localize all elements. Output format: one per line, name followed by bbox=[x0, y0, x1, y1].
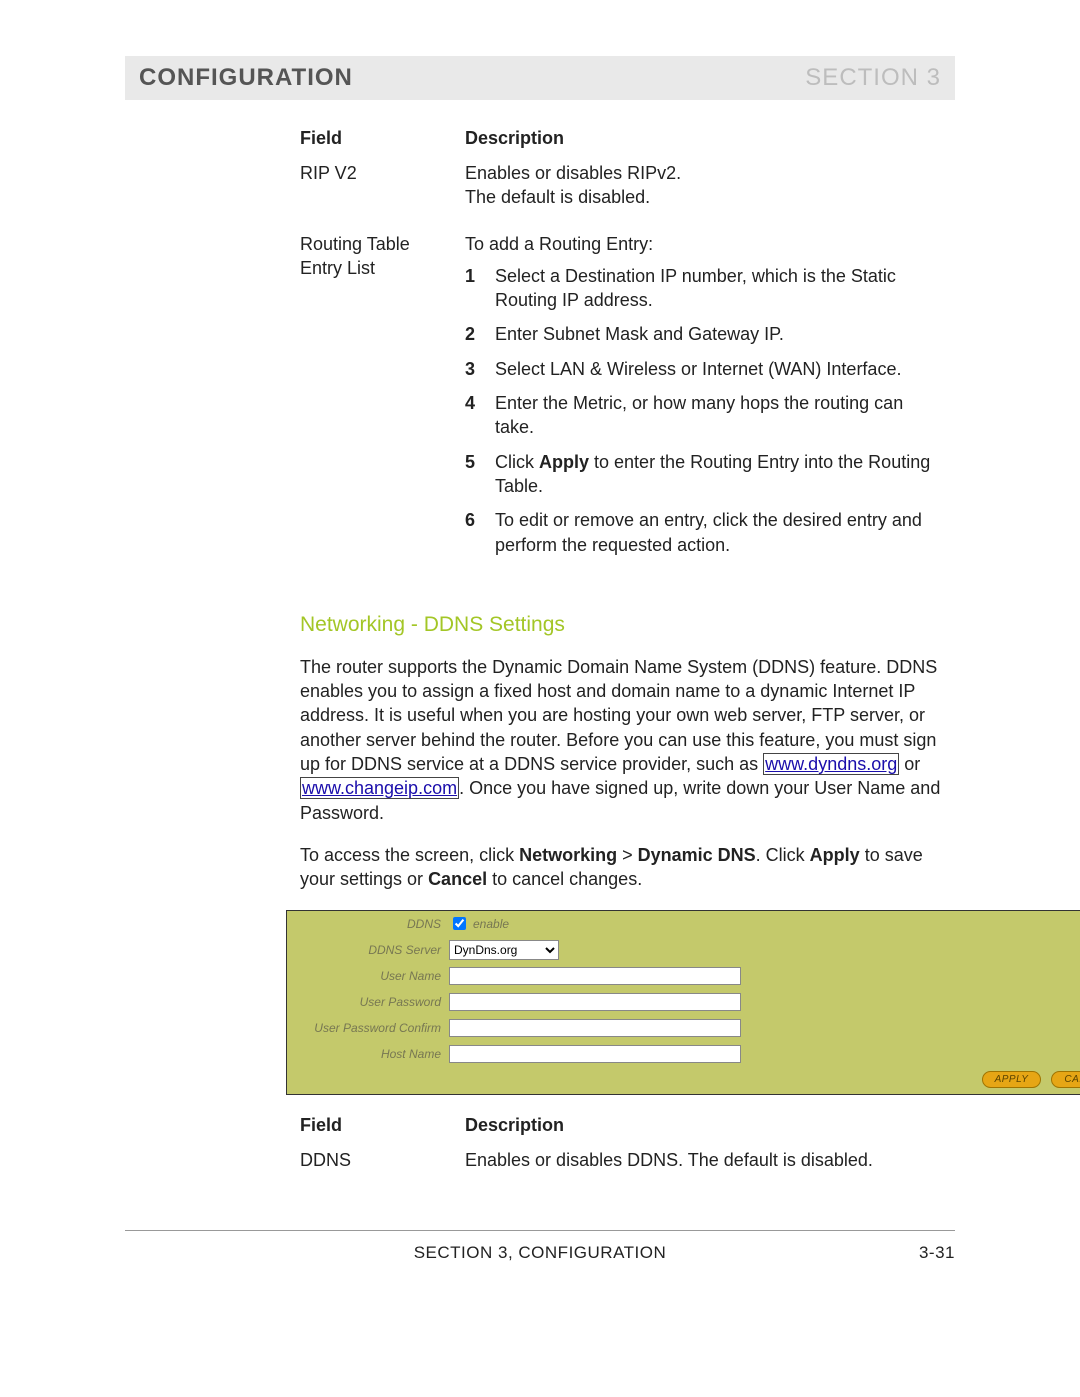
user-password-input[interactable] bbox=[449, 993, 741, 1011]
table-row: DDNS Enables or disables DDNS. The defau… bbox=[300, 1144, 955, 1190]
list-item: Enter the Metric, or how many hops the r… bbox=[465, 391, 945, 440]
ddns-enable-input[interactable] bbox=[453, 917, 466, 930]
ddns-server-select[interactable]: DynDns.org bbox=[449, 940, 559, 960]
body-paragraph: To access the screen, click Networking >… bbox=[300, 843, 955, 892]
ddns-enable-checkbox[interactable]: enable bbox=[449, 914, 509, 933]
field-name: RIP V2 bbox=[300, 157, 465, 228]
col-field: Field bbox=[300, 124, 465, 157]
label-host-name: Host Name bbox=[287, 1047, 449, 1061]
page-header: CONFIGURATION SECTION 3 bbox=[125, 56, 955, 100]
field-table-2: Field Description DDNS Enables or disabl… bbox=[300, 1111, 955, 1190]
col-field: Field bbox=[300, 1111, 465, 1144]
field-table-1: Field Description RIP V2 Enables or disa… bbox=[300, 124, 955, 585]
field-desc: To add a Routing Entry: Select a Destina… bbox=[465, 228, 955, 585]
label-user-password-confirm: User Password Confirm bbox=[287, 1021, 449, 1035]
link-dyndns[interactable]: www.dyndns.org bbox=[763, 753, 899, 775]
user-password-confirm-input[interactable] bbox=[449, 1019, 741, 1037]
link-changeip[interactable]: www.changeip.com bbox=[300, 777, 459, 799]
table-row: RIP V2 Enables or disables RIPv2. The de… bbox=[300, 157, 955, 228]
body-paragraph: The router supports the Dynamic Domain N… bbox=[300, 655, 955, 825]
field-name: DDNS bbox=[300, 1144, 465, 1190]
field-desc: Enables or disables DDNS. The default is… bbox=[465, 1144, 955, 1190]
ddns-form-panel: DDNS enable DDNS Server DynDns.org User bbox=[286, 910, 1080, 1095]
field-name: Routing Table Entry List bbox=[300, 228, 465, 585]
apply-button[interactable]: APPLY bbox=[982, 1071, 1042, 1088]
list-item: Click Apply to enter the Routing Entry i… bbox=[465, 450, 945, 499]
list-item: Select LAN & Wireless or Internet (WAN) … bbox=[465, 357, 945, 381]
footer-center: SECTION 3, CONFIGURATION bbox=[414, 1243, 667, 1263]
list-item: Select a Destination IP number, which is… bbox=[465, 264, 945, 313]
header-section: SECTION 3 bbox=[805, 64, 941, 92]
col-description: Description bbox=[465, 1111, 955, 1144]
section-heading: Networking - DDNS Settings bbox=[300, 613, 955, 637]
label-user-password: User Password bbox=[287, 995, 449, 1009]
page-footer: SECTION 3, CONFIGURATION 3-31 bbox=[125, 1243, 955, 1263]
footer-rule bbox=[125, 1230, 955, 1231]
page-number: 3-31 bbox=[919, 1243, 955, 1263]
host-name-input[interactable] bbox=[449, 1045, 741, 1063]
steps-list: Select a Destination IP number, which is… bbox=[465, 264, 945, 557]
user-name-input[interactable] bbox=[449, 967, 741, 985]
label-user-name: User Name bbox=[287, 969, 449, 983]
label-ddns: DDNS bbox=[287, 917, 449, 931]
label-ddns-server: DDNS Server bbox=[287, 943, 449, 957]
cancel-button[interactable]: CANCEL bbox=[1051, 1071, 1080, 1088]
list-item: Enter Subnet Mask and Gateway IP. bbox=[465, 322, 945, 346]
header-title: CONFIGURATION bbox=[139, 64, 353, 92]
list-item: To edit or remove an entry, click the de… bbox=[465, 508, 945, 557]
field-desc: Enables or disables RIPv2. The default i… bbox=[465, 157, 955, 228]
col-description: Description bbox=[465, 124, 955, 157]
table-row: Routing Table Entry List To add a Routin… bbox=[300, 228, 955, 585]
